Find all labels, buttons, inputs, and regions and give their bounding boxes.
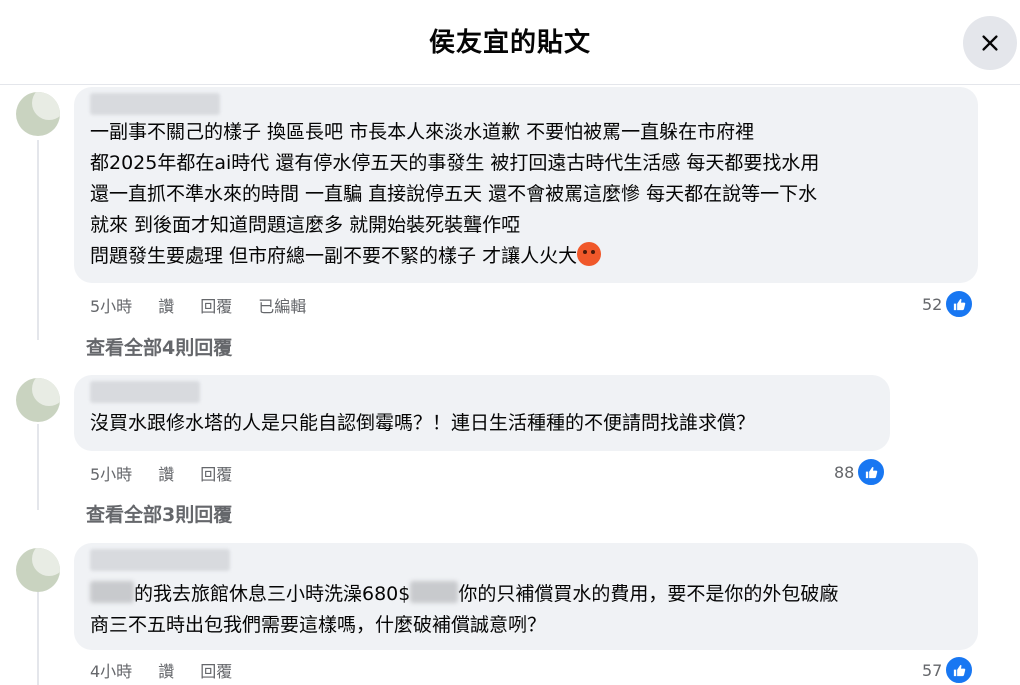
avatar[interactable] xyxy=(16,92,60,136)
thread-line xyxy=(37,592,39,685)
reply-button[interactable]: 回覆 xyxy=(200,297,232,316)
avatar[interactable] xyxy=(16,378,60,422)
comment-bubble: 一副事不關己的樣子 換區長吧 市長本人來淡水道歉 不要怕被罵一直躲在市府裡 都2… xyxy=(74,87,978,283)
close-icon xyxy=(982,35,998,51)
comment-line: 一副事不關己的樣子 換區長吧 市長本人來淡水道歉 不要怕被罵一直躲在市府裡 xyxy=(90,121,755,143)
comment-time[interactable]: 5小時 xyxy=(90,297,132,316)
avatar[interactable] xyxy=(16,548,60,592)
like-button[interactable]: 讚 xyxy=(158,297,174,316)
author-name-redacted[interactable] xyxy=(90,93,220,115)
comment-line: 都2025年都在ai時代 還有停水停五天的事發生 被打回遠古時代生活感 每天都要… xyxy=(90,152,820,174)
post-dialog-header: 侯友宜的貼文 xyxy=(0,0,1020,85)
redacted-text xyxy=(90,581,134,603)
comment-line: 還一直抓不準水來的時間 一直騙 直接說停五天 還不會被罵這麼慘 每天都在說等一下… xyxy=(90,183,818,205)
like-count: 52 xyxy=(922,294,943,314)
reply-button[interactable]: 回覆 xyxy=(200,662,232,681)
comment-line: 商三不五時出包我們需要這樣嗎，什麼破補償誠意咧？ xyxy=(90,614,547,636)
view-all-replies-link[interactable]: 查看全部3則回覆 xyxy=(86,500,232,527)
author-name-redacted[interactable] xyxy=(90,549,230,571)
thread-line xyxy=(37,424,39,510)
comment-actions: 5小時 讚 回覆 xyxy=(90,461,258,485)
like-icon xyxy=(944,655,975,685)
like-count: 57 xyxy=(922,660,943,680)
comment-text: 一副事不關己的樣子 換區長吧 市長本人來淡水道歉 不要怕被罵一直躲在市府裡 都2… xyxy=(90,117,819,272)
comment-actions: 4小時 讚 回覆 xyxy=(90,658,258,682)
like-icon xyxy=(856,457,887,487)
view-all-replies-link[interactable]: 查看全部4則回覆 xyxy=(86,333,232,360)
comment-bubble: 的我去旅館休息三小時洗澡680$ 你的只補償買水的費用，要不是你的外包破廠 商三不… xyxy=(74,543,978,650)
edited-label[interactable]: 已編輯 xyxy=(258,297,306,316)
reaction-count[interactable]: 88 xyxy=(834,457,887,487)
author-name-redacted[interactable] xyxy=(90,381,200,403)
comment-line-text: 的我去旅館休息三小時洗澡680$ xyxy=(134,583,411,605)
comment-actions: 5小時 讚 回覆 已編輯 xyxy=(90,293,332,317)
comment-time[interactable]: 5小時 xyxy=(90,465,132,484)
reaction-count[interactable]: 52 xyxy=(922,289,975,319)
dialog-title: 侯友宜的貼文 xyxy=(428,28,591,58)
reaction-count[interactable]: 57 xyxy=(922,655,975,685)
like-count: 88 xyxy=(834,462,855,482)
close-button[interactable] xyxy=(963,16,1017,70)
comment-text: 的我去旅館休息三小時洗澡680$ 你的只補償買水的費用，要不是你的外包破廠 商三不… xyxy=(90,579,838,641)
comment-line: 問題發生要處理 但市府總一副不要不緊的樣子 才讓人火大 xyxy=(90,241,819,272)
comment-text: 沒買水跟修水塔的人是只能自認倒霉嗎？！連日生活種種的不便請問找誰求償？ xyxy=(90,408,755,439)
comment-line: 就來 到後面才知道問題這麼多 就開始裝死裝聾作啞 xyxy=(90,214,521,236)
comment-line-text: 問題發生要處理 但市府總一副不要不緊的樣子 才讓人火大 xyxy=(90,245,578,267)
reply-button[interactable]: 回覆 xyxy=(200,465,232,484)
redacted-text xyxy=(410,581,459,603)
thread-line xyxy=(37,140,39,340)
like-icon xyxy=(944,289,975,319)
like-button[interactable]: 讚 xyxy=(158,662,174,681)
like-button[interactable]: 讚 xyxy=(158,465,174,484)
angry-emoji-icon xyxy=(577,242,602,266)
comment-line: 沒買水跟修水塔的人是只能自認倒霉嗎？！連日生活種種的不便請問找誰求償？ xyxy=(90,412,756,434)
comment-time[interactable]: 4小時 xyxy=(90,662,132,681)
comment-line: 的我去旅館休息三小時洗澡680$ 你的只補償買水的費用，要不是你的外包破廠 xyxy=(90,579,838,610)
comment-bubble: 沒買水跟修水塔的人是只能自認倒霉嗎？！連日生活種種的不便請問找誰求償？ xyxy=(74,375,890,451)
comment-line-text: 你的只補償買水的費用，要不是你的外包破廠 xyxy=(458,583,839,605)
